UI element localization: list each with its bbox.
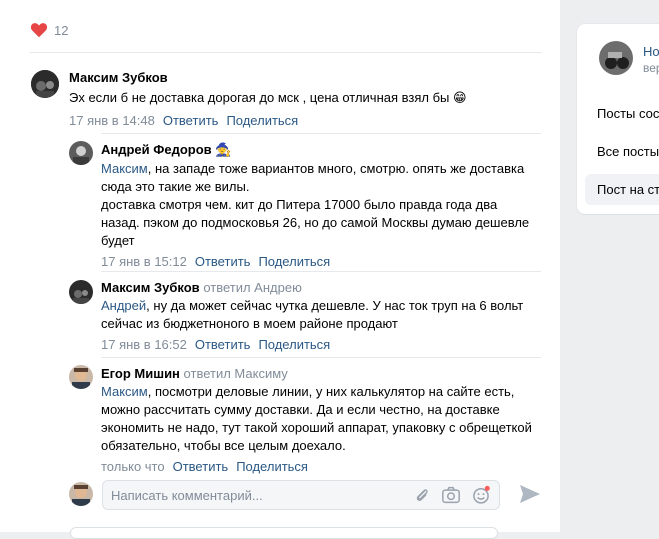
current-user-avatar[interactable] [69, 482, 93, 506]
comment-time[interactable]: только что [101, 459, 165, 474]
mention-link[interactable]: Максим [101, 384, 148, 399]
input-icons [413, 485, 499, 505]
comment-line: доставка смотря чем. кит до Питера 17000… [101, 197, 498, 212]
replied-to-label[interactable]: ответил Андрею [203, 280, 302, 295]
emoji-icon[interactable] [471, 485, 491, 505]
reply-button[interactable]: Ответить [163, 113, 219, 128]
comment-line: можно рассчитать сумму доставки. Да и ес… [101, 402, 500, 417]
comment-meta: 17 янв в 15:12 Ответить Поделиться [101, 254, 551, 269]
comment-meta: только что Ответить Поделиться [101, 459, 551, 474]
camera-icon[interactable] [441, 486, 461, 504]
comment-author: Андрей Федоров 🧙 [101, 142, 551, 158]
sidebar-item-all-posts[interactable]: Все посты [597, 144, 659, 159]
group-subtitle: вер [643, 61, 659, 75]
comment: Егор Мишин ответил Максиму Максим, посмо… [101, 366, 551, 474]
comment-text: Максим, посмотри деловые линии, у них ка… [101, 383, 551, 455]
comment-input-box [102, 480, 500, 510]
sidebar-item-post-on-wall[interactable]: Пост на ст [585, 174, 659, 205]
likes-count: 12 [54, 22, 69, 38]
comment-author-name[interactable]: Егор Мишин [101, 366, 180, 381]
comment: Максим Зубков Эх если б не доставка доро… [69, 70, 549, 128]
group-name[interactable]: Но [643, 44, 659, 59]
divider [101, 133, 541, 134]
share-button[interactable]: Поделиться [258, 254, 330, 269]
sidebar-card: Но вер Посты сос Все посты Пост на ст [577, 24, 659, 214]
comment-time[interactable]: 17 янв в 16:52 [101, 337, 187, 352]
avatar-image [599, 41, 633, 75]
divider [101, 271, 541, 272]
comment-line: назад. пэком до подмосковья 26, но до са… [101, 215, 530, 230]
likes[interactable]: 12 [30, 22, 68, 38]
attachment-box [70, 527, 498, 539]
comment-line: будет [101, 233, 135, 248]
comment-line: , на западе тоже вариантов много, смотрю… [147, 161, 525, 176]
comment-author[interactable]: Максим Зубков [69, 70, 549, 85]
comment-author-name[interactable]: Максим Зубков [101, 280, 200, 295]
share-button[interactable]: Поделиться [258, 337, 330, 352]
divider [101, 357, 541, 358]
heart-icon[interactable] [30, 22, 48, 38]
divider [30, 52, 542, 53]
sidebar-item-posts-community[interactable]: Посты сос [597, 106, 659, 121]
comment-line: , ну да может сейчас чутка дешевле. У на… [146, 298, 524, 313]
reply-button[interactable]: Ответить [195, 337, 251, 352]
avatar[interactable] [69, 280, 93, 304]
comment-line: сейчас из бюджетноного в моем районе про… [101, 316, 398, 331]
avatar-image [69, 141, 93, 165]
post-card: 12 Максим Зубков Эх если б не доставка д… [0, 0, 560, 539]
avatar-image [69, 482, 93, 506]
comment-time[interactable]: 17 янв в 14:48 [69, 113, 155, 128]
comment-line: экономить не надо, тут такой хороший апп… [101, 420, 532, 435]
comment-author: Максим Зубков ответил Андрею [101, 280, 551, 295]
share-button[interactable]: Поделиться [236, 459, 308, 474]
comment: Андрей Федоров 🧙 Максим, на западе тоже … [101, 142, 551, 269]
comment-line: обязательно, чтобы все целым доехало. [101, 438, 346, 453]
comment-meta: 17 янв в 14:48 Ответить Поделиться [69, 113, 549, 128]
wizard-badge-icon: 🧙 [215, 142, 232, 157]
grin-emoji-icon: 😁 [453, 90, 467, 105]
reply-button[interactable]: Ответить [173, 459, 229, 474]
avatar[interactable] [31, 70, 59, 98]
group-avatar[interactable] [599, 41, 633, 75]
mention-link[interactable]: Андрей [101, 298, 146, 313]
comment-text-body: Эх если б не доставка дорогая до мск , ц… [69, 90, 450, 105]
paperclip-icon[interactable] [413, 486, 431, 504]
comment-time[interactable]: 17 янв в 15:12 [101, 254, 187, 269]
comment-input[interactable] [103, 486, 413, 504]
avatar[interactable] [69, 365, 93, 389]
comment: Максим Зубков ответил Андрею Андрей, ну … [101, 280, 551, 352]
avatar-image [31, 70, 59, 98]
avatar-image [69, 280, 93, 304]
comment-text: Эх если б не доставка дорогая до мск , ц… [69, 89, 549, 107]
comment-line: , посмотри деловые линии, у них калькуля… [147, 384, 515, 399]
comment-text: Андрей, ну да может сейчас чутка дешевле… [101, 297, 551, 333]
send-icon[interactable] [518, 483, 542, 505]
replied-to-label[interactable]: ответил Максиму [184, 366, 288, 381]
share-button[interactable]: Поделиться [226, 113, 298, 128]
avatar-image [69, 365, 93, 389]
comment-author-name[interactable]: Андрей Федоров [101, 142, 212, 157]
comment-author: Егор Мишин ответил Максиму [101, 366, 551, 381]
comment-text: Максим, на западе тоже вариантов много, … [101, 160, 551, 250]
comment-line: сюда это такие же вилы. [101, 179, 250, 194]
reply-button[interactable]: Ответить [195, 254, 251, 269]
mention-link[interactable]: Максим [101, 161, 148, 176]
avatar[interactable] [69, 141, 93, 165]
comment-meta: 17 янв в 16:52 Ответить Поделиться [101, 337, 551, 352]
